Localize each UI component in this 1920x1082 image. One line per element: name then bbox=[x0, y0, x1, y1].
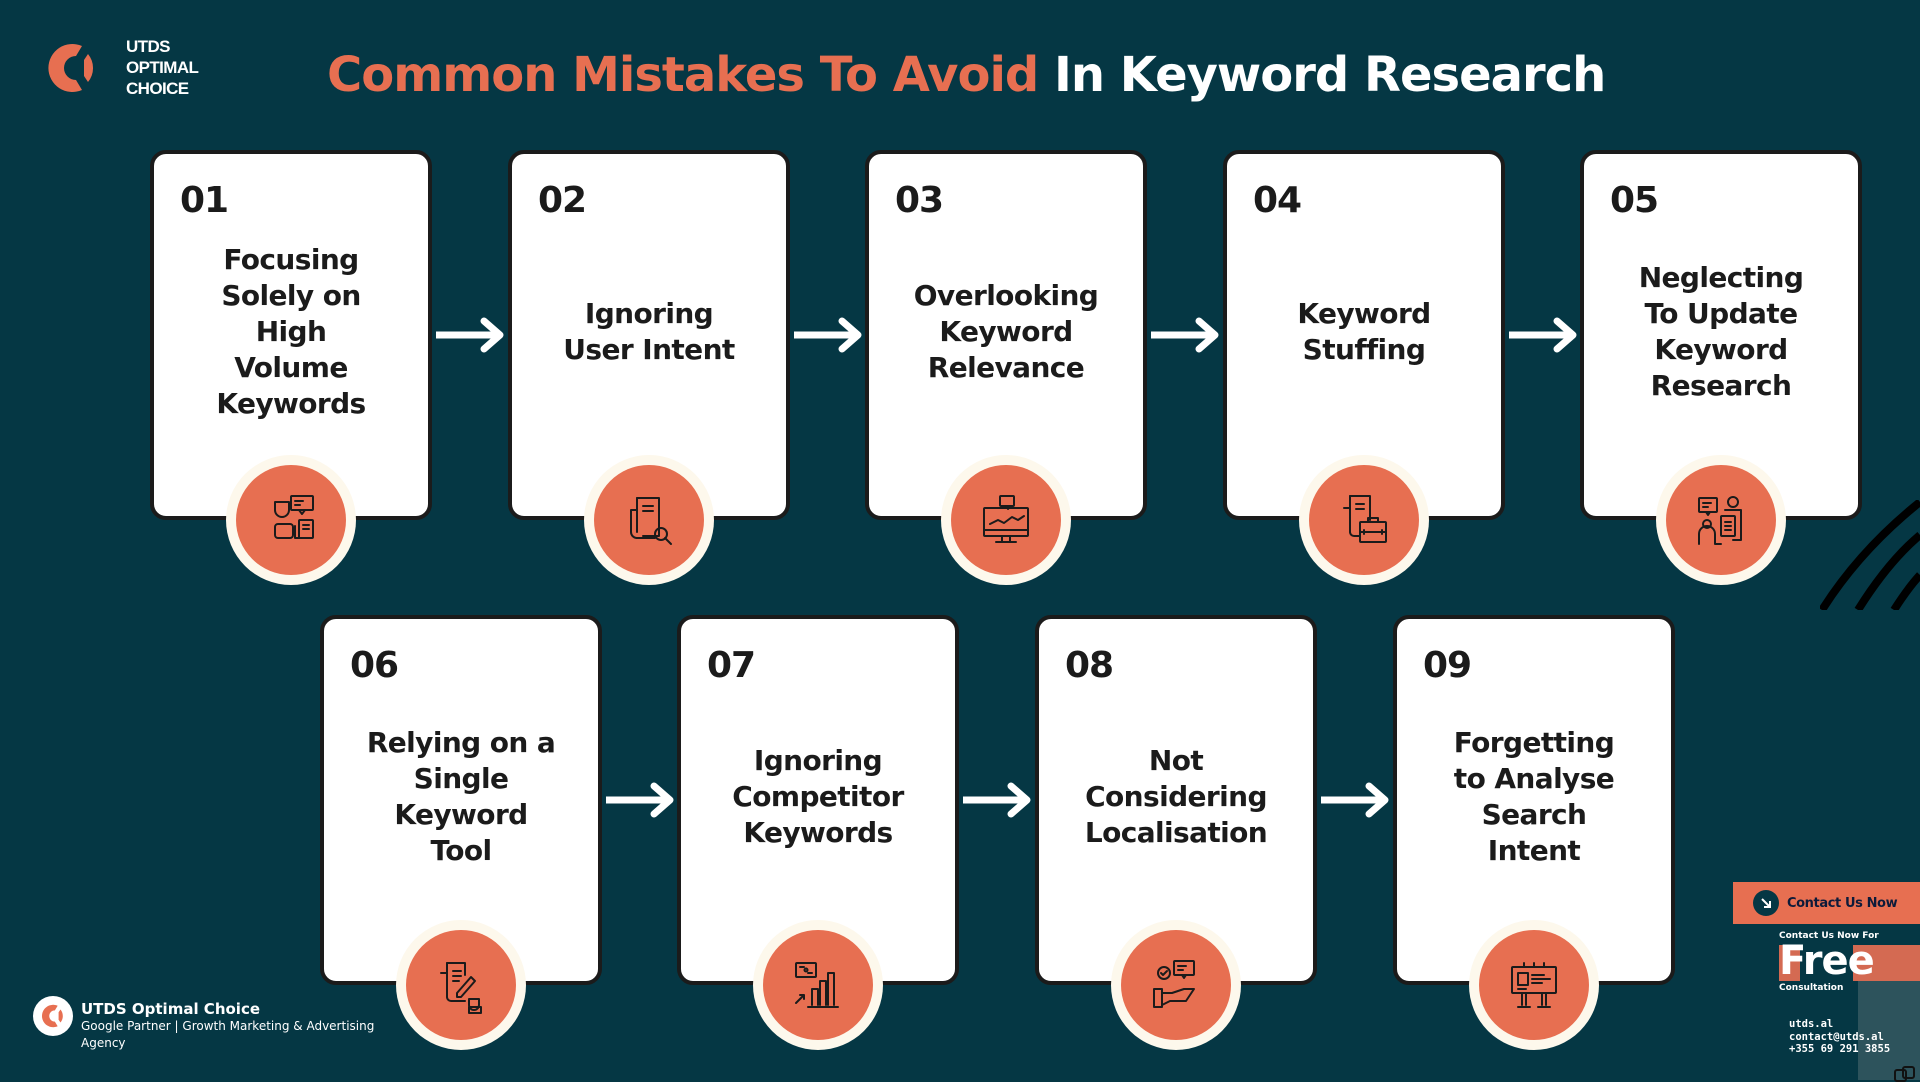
card-icon-badge bbox=[584, 455, 714, 585]
card-title: Neglecting To Update Keyword Research bbox=[1638, 260, 1804, 402]
brand-logo-text: UTDS OPTIMAL CHOICE bbox=[126, 36, 199, 99]
card-title: Ignoring User Intent bbox=[563, 296, 735, 366]
card-title: Forgetting to Analyse Search Intent bbox=[1453, 725, 1615, 867]
footer-company-name: UTDS Optimal Choice bbox=[81, 1000, 261, 1018]
arrow-right-icon bbox=[436, 317, 504, 353]
card-icon-badge bbox=[1656, 455, 1786, 585]
arrow-down-right-icon bbox=[1753, 890, 1779, 916]
card-icon-badge bbox=[1469, 920, 1599, 1050]
card-icon-badge bbox=[226, 455, 356, 585]
document-search-icon bbox=[630, 497, 672, 545]
card-title: Overlooking Keyword Relevance bbox=[913, 278, 1099, 384]
brand-logo-icon bbox=[41, 1004, 63, 1028]
footer-logo bbox=[33, 996, 73, 1036]
card-icon-badge bbox=[396, 920, 526, 1050]
website-link[interactable]: utds.al bbox=[1789, 1018, 1890, 1031]
card-icon-badge bbox=[753, 920, 883, 1050]
contact-us-button[interactable]: Contact Us Now bbox=[1733, 882, 1920, 924]
arrow-right-icon bbox=[963, 782, 1031, 818]
arrow-right-icon bbox=[1509, 317, 1577, 353]
brand-logo-icon bbox=[48, 44, 94, 93]
title-rest: In Keyword Research bbox=[1038, 47, 1606, 103]
promo-bottom-text: Consultation bbox=[1779, 983, 1844, 993]
billboard-icon bbox=[1511, 962, 1557, 1008]
arrow-right-icon bbox=[794, 317, 862, 353]
arrow-right-icon bbox=[1321, 782, 1389, 818]
arrow-right-icon bbox=[606, 782, 674, 818]
card-title: Keyword Stuffing bbox=[1297, 296, 1431, 366]
title-accent: Common Mistakes To Avoid bbox=[327, 47, 1039, 103]
logo-line: UTDS bbox=[126, 37, 170, 56]
logo-line: OPTIMAL bbox=[126, 58, 199, 77]
hand-check-chat-icon bbox=[1153, 960, 1195, 1008]
decorative-lines-icon bbox=[1820, 500, 1920, 610]
bar-chart-growth-icon bbox=[795, 962, 839, 1008]
arrow-right-icon bbox=[1151, 317, 1219, 353]
monitor-chart-icon bbox=[983, 495, 1029, 543]
phone-number[interactable]: +355 69 291 3855 bbox=[1789, 1043, 1890, 1056]
card-title: Not Considering Localisation bbox=[1084, 743, 1268, 849]
contact-us-label: Contact Us Now bbox=[1787, 895, 1898, 911]
contact-details: utds.al contact@utds.al +355 69 291 3855 bbox=[1789, 1018, 1890, 1056]
card-icon-badge bbox=[1111, 920, 1241, 1050]
people-chat-icon bbox=[274, 495, 314, 539]
page-title: Common Mistakes To Avoid In Keyword Rese… bbox=[327, 42, 1627, 108]
email-link[interactable]: contact@utds.al bbox=[1789, 1031, 1890, 1044]
promo-free-text: Free bbox=[1779, 938, 1875, 984]
card-icon-badge bbox=[941, 455, 1071, 585]
card-title: Ignoring Competitor Keywords bbox=[732, 743, 904, 849]
footer-tagline: Google Partner | Growth Marketing & Adve… bbox=[81, 1019, 375, 1050]
card-title: Relying on a Single Keyword Tool bbox=[366, 725, 556, 867]
card-icon-badge bbox=[1299, 455, 1429, 585]
document-pen-user-icon bbox=[440, 962, 482, 1014]
document-briefcase-icon bbox=[1343, 495, 1387, 543]
people-conversation-icon bbox=[1698, 496, 1742, 545]
logo-line: CHOICE bbox=[126, 79, 189, 98]
card-title: Focusing Solely on High Volume Keywords bbox=[216, 242, 366, 420]
